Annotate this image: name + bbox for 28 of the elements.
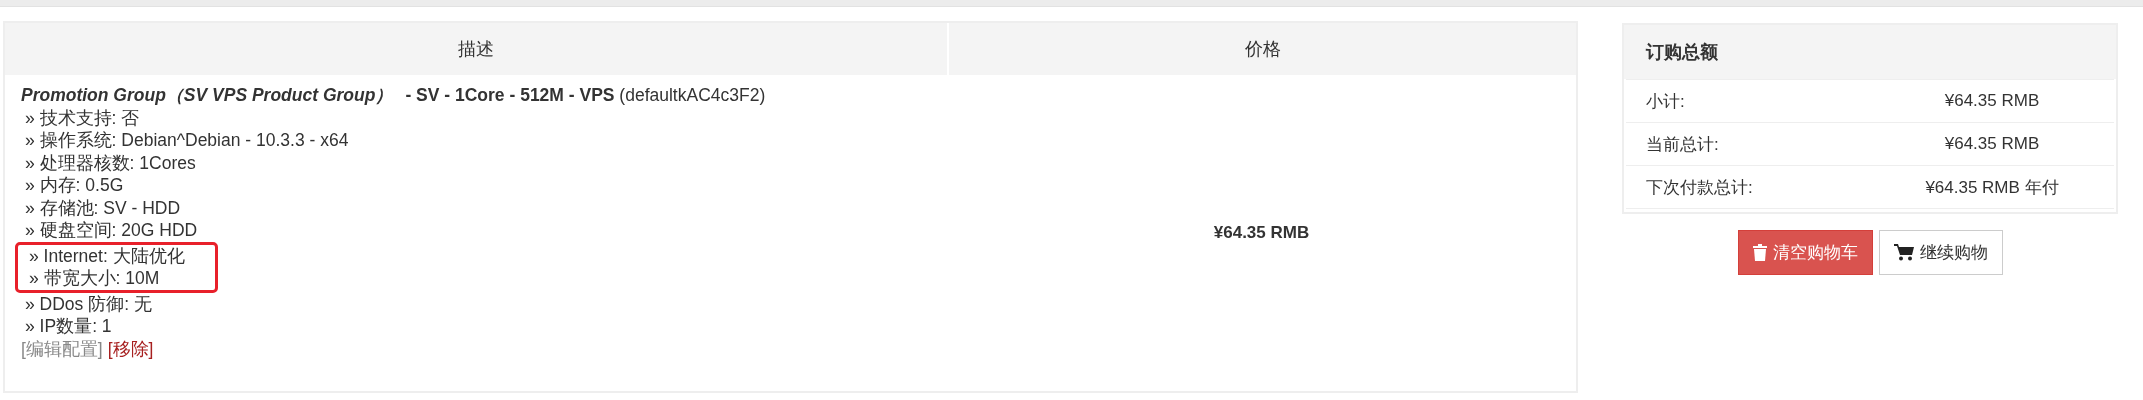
option-line: » 带宽大小: 10M bbox=[28, 267, 161, 290]
cart-icon bbox=[1893, 244, 1914, 261]
summary-value: ¥64.35 RMB bbox=[1943, 91, 2041, 111]
product-group: Promotion Group（SV VPS Product Group） bbox=[21, 84, 394, 107]
option-line: » Internet: 大陆优化 bbox=[28, 244, 186, 267]
summary-label: 下次付款总计: bbox=[1645, 176, 1754, 199]
option-line: » IP数量: 1 bbox=[24, 315, 113, 338]
summary-title: 订购总额 bbox=[1624, 25, 2116, 79]
column-header: 描述 bbox=[5, 23, 947, 75]
continue-shopping-button[interactable]: 继续购物 bbox=[1878, 230, 2003, 275]
summary-label: 小计: bbox=[1645, 90, 1686, 113]
empty-cart-button[interactable]: 清空购物车 bbox=[1737, 230, 1873, 275]
option-line: » 内存: 0.5G bbox=[24, 174, 125, 197]
option-line: » 硬盘空间: 20G HDD bbox=[24, 219, 199, 242]
column-header: 价格 bbox=[949, 23, 1576, 75]
edit-link[interactable]: [编辑配置] bbox=[21, 337, 103, 360]
summary-value: ¥64.35 RMB bbox=[1943, 134, 2041, 154]
trash-icon bbox=[1752, 244, 1767, 261]
option-line: » 处理器核数: 1Cores bbox=[24, 151, 197, 174]
price: ¥64.35 RMB bbox=[1213, 223, 1310, 243]
option-line: » 技术支持: 否 bbox=[24, 106, 141, 129]
product-title: - SV - 1Core - 512M - VPS (defaultkAC4c3F2) bbox=[405, 84, 766, 107]
remove-link[interactable]: [移除] bbox=[107, 337, 154, 360]
summary-value: ¥64.35 RMB 年付 bbox=[1924, 176, 2060, 199]
option-line: » 存储池: SV - HDD bbox=[24, 196, 182, 219]
option-line: » 操作系统: Debian^Debian - 10.3.3 - x64 bbox=[24, 129, 350, 152]
summary-label: 当前总计: bbox=[1645, 133, 1720, 156]
option-line: » DDos 防御: 无 bbox=[24, 292, 153, 315]
